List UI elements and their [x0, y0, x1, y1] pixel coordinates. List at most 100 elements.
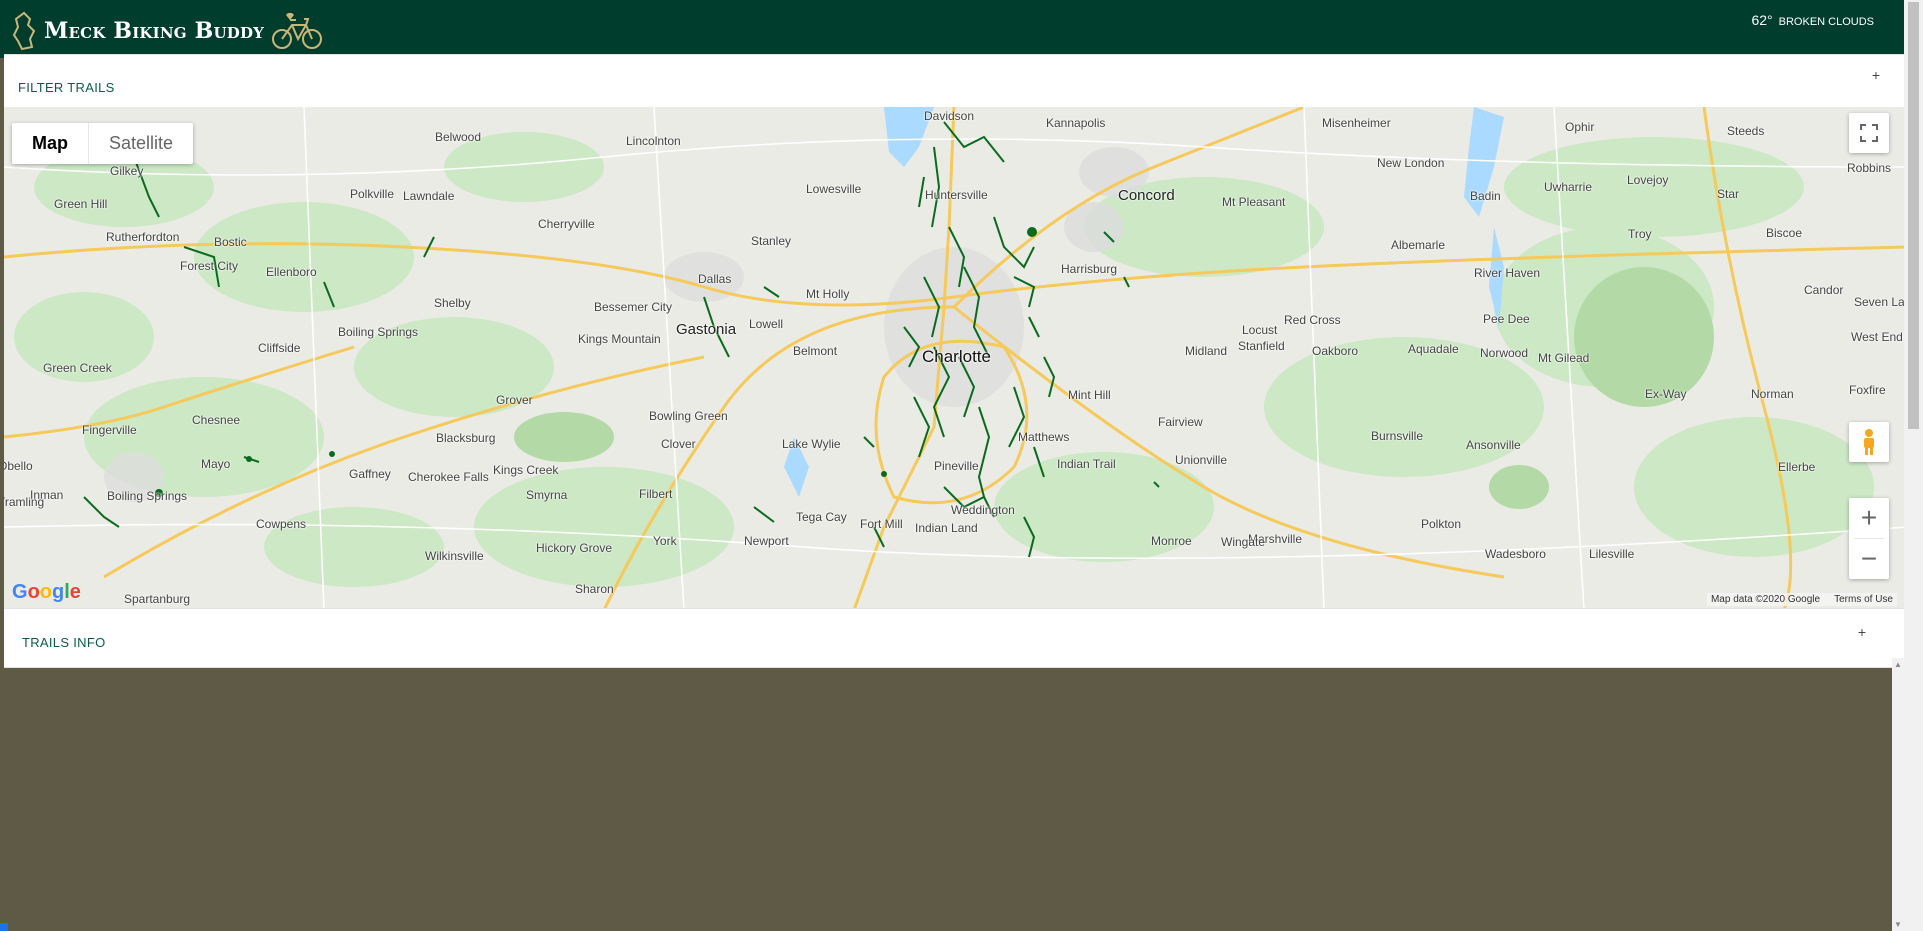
map-place: Mayo [201, 457, 231, 471]
map-place: Lilesville [1589, 547, 1635, 561]
zoom-in-button[interactable]: + [1849, 498, 1889, 538]
map-place: Mt Gilead [1538, 351, 1590, 365]
map-place: Mt Holly [806, 287, 850, 301]
map-place: Aquadale [1408, 342, 1459, 356]
map-place: Steeds [1727, 124, 1765, 138]
map-place: Fingerville [82, 423, 137, 437]
map-place: Bowling Green [649, 409, 728, 423]
map-place: Ex-Way [1645, 387, 1687, 401]
map-type-control: Map Satellite [12, 123, 194, 164]
map-place: Fairview [1158, 415, 1203, 429]
map-place: York [653, 534, 677, 548]
map-place: Huntersville [925, 188, 988, 202]
map-place: Kannapolis [1046, 116, 1106, 130]
map-place: Sharon [575, 582, 614, 596]
map-place: Boiling Springs [107, 489, 188, 503]
map-place: Seven Lake [1854, 295, 1907, 309]
map-place: New London [1377, 156, 1445, 170]
map-place: Green Hill [54, 197, 108, 211]
map-place: Wilkinsville [425, 549, 484, 563]
weather-temperature: 62° [1751, 12, 1773, 28]
fullscreen-button[interactable] [1849, 113, 1889, 153]
weather-condition: BROKEN CLOUDS [1778, 16, 1874, 28]
map-place: Red Cross [1284, 313, 1341, 327]
map-place: Belwood [435, 130, 482, 144]
map-place: Davidson [924, 109, 975, 123]
map-place: Tramling [4, 495, 45, 509]
map-place: Clover [661, 437, 696, 451]
map-place: Bostic [214, 235, 247, 249]
map-place: Green Creek [43, 361, 112, 375]
map-place: Ansonville [1466, 438, 1521, 452]
map-type-satellite-button[interactable]: Satellite [89, 123, 193, 164]
map-place: Cliffside [258, 341, 301, 355]
map-place: Stanley [751, 234, 792, 248]
map-place: Uwharrie [1544, 180, 1593, 194]
map-place: Lawndale [403, 189, 455, 203]
map-place: Shelby [434, 296, 471, 310]
zoom-out-button[interactable]: − [1849, 539, 1889, 579]
map-place: Charlotte [922, 347, 991, 366]
map-place: Lincolnton [626, 134, 681, 148]
map-place: Pee Dee [1483, 312, 1530, 326]
google-logo[interactable]: Google [12, 581, 81, 604]
map-place: Lowell [749, 317, 784, 331]
map-place: Matthews [1018, 430, 1070, 444]
map-place: Filbert [639, 487, 673, 501]
map-place: Star [1717, 187, 1740, 201]
trails-info-expand-icon[interactable]: + [1858, 624, 1866, 640]
map-place: Kings Mountain [578, 332, 661, 346]
map-place: Wingate [1221, 535, 1266, 549]
map-attribution: Map data ©2020 Google Terms of Use [1706, 593, 1897, 606]
terms-of-use-link[interactable]: Terms of Use [1834, 594, 1893, 605]
filter-trails-expand-icon[interactable]: + [1872, 67, 1880, 83]
map-place: Misenheimer [1322, 116, 1391, 130]
map-place: Stanfield [1238, 339, 1285, 353]
map-place: Oakboro [1312, 344, 1359, 358]
scroll-down-arrow-icon[interactable]: ▼ [1894, 920, 1902, 929]
map-place: Badin [1470, 189, 1501, 203]
trails-info-panel[interactable]: TRAILS INFO + [4, 608, 1904, 668]
map-place: Boiling Springs [338, 325, 419, 339]
map-place: Burnsville [1371, 429, 1424, 443]
map-place: Concord [1118, 187, 1175, 204]
map-place: Cherryville [538, 217, 595, 231]
map-place: Norman [1751, 387, 1794, 401]
map-place: Ellerbe [1778, 460, 1816, 474]
map-place: Newport [744, 534, 789, 548]
map-place: Obello [4, 459, 33, 473]
map-place: Kings Creek [493, 463, 559, 477]
inner-scrollbar[interactable]: ▲ ▼ [1892, 658, 1904, 931]
map-place: Ellenboro [266, 265, 317, 279]
fullscreen-icon [1860, 124, 1878, 142]
page-scrollbar-thumb[interactable] [1908, 2, 1919, 429]
map-place: Cherokee Falls [408, 470, 489, 484]
map-place: Monroe [1151, 534, 1192, 548]
map-place: Blacksburg [436, 431, 496, 445]
map-place: Mt Pleasant [1222, 195, 1286, 209]
scroll-up-arrow-icon[interactable]: ▲ [1894, 660, 1902, 669]
map-place: Rutherfordton [106, 230, 180, 244]
page-scrollbar[interactable] [1904, 0, 1923, 931]
map-place: Harrisburg [1061, 262, 1118, 276]
map-place: Forest City [180, 259, 239, 273]
map-place: Pineville [934, 459, 979, 473]
map-place: Gastonia [676, 321, 737, 338]
map-place: Robbins [1847, 161, 1892, 175]
map-place: Ophir [1565, 120, 1595, 134]
street-view-pegman-button[interactable] [1849, 422, 1889, 462]
filter-trails-label[interactable]: FILTER TRAILS [18, 80, 115, 95]
app-logo[interactable]: Meck Biking Buddy [12, 10, 324, 52]
map-place: Lake Wylie [782, 437, 841, 451]
map-place: Unionville [1175, 453, 1228, 467]
map-place: Lowesville [806, 182, 862, 196]
filter-trails-panel[interactable]: FILTER TRAILS + [4, 54, 1904, 108]
map-place: Hickory Grove [536, 541, 613, 555]
corner-marker [0, 923, 8, 931]
map-place: Bessemer City [594, 300, 673, 314]
map-type-map-button[interactable]: Map [12, 123, 89, 164]
bicycle-icon [272, 13, 323, 49]
trails-info-label[interactable]: TRAILS INFO [22, 635, 105, 650]
map-place: Mint Hill [1068, 388, 1111, 402]
trail-map[interactable]: Davidson Kannapolis Misenheimer Ophir St… [4, 107, 1907, 610]
